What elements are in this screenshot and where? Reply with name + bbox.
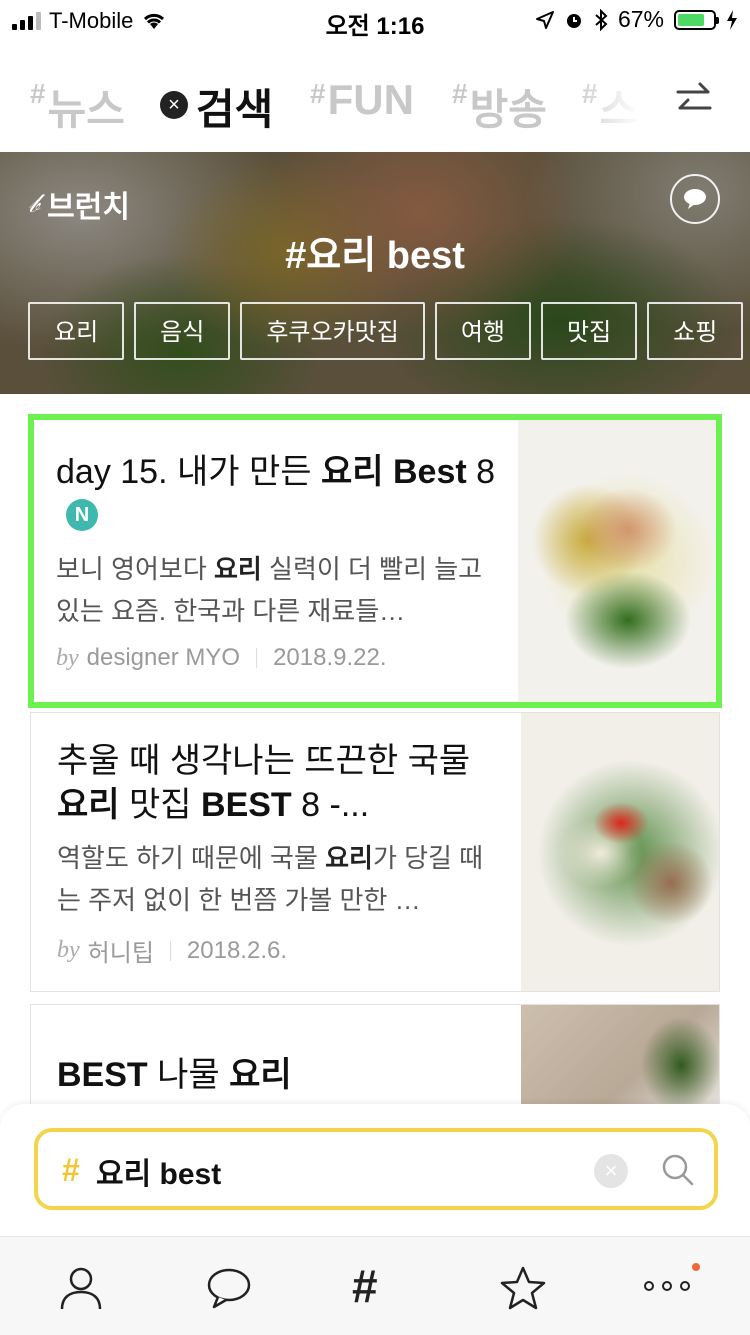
divider	[169, 940, 171, 961]
close-icon[interactable]: ×	[160, 90, 188, 119]
alarm-icon	[566, 13, 581, 28]
article-title: 추울 때 생각나는 뜨끈한 국물 요리 맛집 BEST 8 -...	[57, 742, 471, 824]
article-meta: by designer MYO 2018.9.22.	[56, 644, 387, 671]
battery-percent: 67%	[617, 6, 664, 32]
article-card[interactable]: day 15. 내가 만든 요리 Best 8N 보니 영어보다 요리 실력이 …	[28, 414, 722, 708]
article-card[interactable]: 추울 때 생각나는 뜨끈한 국물 요리 맛집 BEST 8 -... 역할도 하…	[30, 712, 720, 992]
bottom-tab-bar: #	[0, 1236, 750, 1335]
article-text: day 15. 내가 만든 요리 Best 8N 보니 영어보다 요리 실력이 …	[56, 450, 496, 672]
article-thumbnail	[518, 420, 716, 702]
article-summary: 역할도 하기 때문에 국물 요리가 당길 때는 주저 없이 한 번쯤 가볼 만한…	[57, 843, 484, 915]
charging-icon	[727, 9, 737, 30]
chat-bubble-icon[interactable]	[204, 1265, 254, 1311]
search-panel: # ×	[0, 1104, 750, 1236]
battery-icon	[674, 9, 719, 30]
chip-travel[interactable]: 여행	[434, 302, 531, 360]
article-card[interactable]: BEST 나물 요리	[30, 1004, 720, 1114]
hero-banner: 𝒷 브런치 #요리 best 요리 음식 후쿠오카맛집 여행 맛집 쇼핑	[0, 152, 750, 394]
brand-label: 브런치	[47, 191, 130, 224]
article-title: day 15. 내가 만든 요리 Best 8N	[56, 450, 496, 538]
status-bar: T-Mobile 오전 1:16 67%	[0, 0, 750, 40]
article-author: 허니팁	[87, 940, 154, 967]
new-badge: N	[66, 499, 98, 532]
tag-chips: 요리 음식 후쿠오카맛집 여행 맛집 쇼핑	[28, 302, 750, 360]
comment-button[interactable]	[670, 174, 720, 224]
tab-news[interactable]: #뉴스	[30, 76, 125, 137]
article-text: 추울 때 생각나는 뜨끈한 국물 요리 맛집 BEST 8 -... 역할도 하…	[57, 739, 497, 968]
chip-shopping[interactable]: 쇼핑	[647, 302, 744, 360]
article-summary: 보니 영어보다 요리 실력이 더 빨리 늘고 있는 요즘. 한국과 다른 재료들…	[56, 554, 483, 626]
divider	[256, 648, 258, 668]
status-right: 67%	[535, 6, 738, 33]
swap-arrows-icon[interactable]	[676, 80, 712, 120]
chip-fukuoka[interactable]: 후쿠오카맛집	[240, 302, 425, 360]
hash-prefix: #	[62, 1152, 80, 1188]
article-author: designer MYO	[86, 644, 241, 671]
pen-icon: 𝒷	[28, 188, 40, 218]
star-icon[interactable]	[498, 1265, 548, 1311]
location-icon	[535, 10, 554, 29]
chip-cooking[interactable]: 요리	[28, 302, 125, 360]
hashtag-icon[interactable]: #	[352, 1259, 378, 1313]
article-thumbnail	[521, 1005, 719, 1113]
article-date: 2018.2.6.	[186, 936, 287, 964]
article-meta: by 허니팁 2018.2.6.	[57, 933, 497, 968]
person-icon[interactable]	[56, 1265, 106, 1311]
article-text: BEST 나물 요리	[57, 1053, 497, 1097]
article-title: BEST 나물 요리	[57, 1056, 292, 1094]
article-thumbnail	[521, 713, 719, 991]
tab-search[interactable]: × 검색	[160, 76, 273, 137]
hero-title: #요리 best	[285, 235, 465, 277]
tab-fade	[570, 62, 670, 142]
more-icon[interactable]	[644, 1281, 690, 1291]
article-date: 2018.9.22.	[273, 644, 387, 671]
tab-fun[interactable]: #FUN	[310, 76, 414, 124]
chip-restaurant[interactable]: 맛집	[541, 302, 638, 360]
notification-dot	[692, 1263, 700, 1271]
bluetooth-icon	[595, 8, 608, 31]
search-input[interactable]	[94, 1146, 578, 1196]
clear-button[interactable]: ×	[594, 1154, 628, 1188]
search-icon[interactable]	[658, 1150, 698, 1190]
tab-broadcast[interactable]: #방송	[452, 76, 547, 137]
search-box[interactable]: # ×	[34, 1128, 718, 1210]
speech-bubble-icon	[684, 189, 706, 209]
category-tabs: #뉴스 ×검색 #FUN #방송 #스	[0, 62, 750, 142]
brunch-logo[interactable]: 𝒷 브런치	[28, 182, 130, 226]
chip-food[interactable]: 음식	[134, 302, 231, 360]
